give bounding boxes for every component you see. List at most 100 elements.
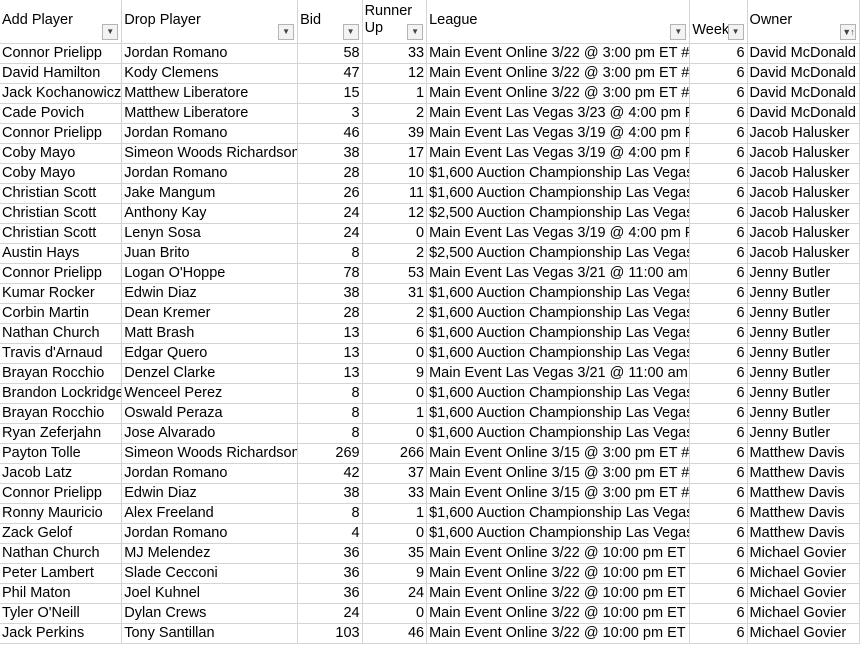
cell-owner[interactable]: Michael Govier bbox=[747, 623, 861, 644]
cell-league[interactable]: Main Event Las Vegas 3/21 @ 11:00 am PT bbox=[426, 363, 691, 384]
cell-league[interactable]: Main Event Online 3/22 @ 10:00 pm ET # bbox=[426, 603, 691, 624]
filter-dropdown-icon[interactable]: ▼ bbox=[727, 24, 744, 40]
cell-drop-player[interactable]: MJ Melendez bbox=[121, 543, 299, 564]
cell-runner-up[interactable]: 1 bbox=[362, 403, 428, 424]
cell-bid[interactable]: 46 bbox=[297, 123, 363, 144]
cell-week[interactable]: 6 bbox=[689, 483, 748, 504]
cell-week[interactable]: 6 bbox=[689, 523, 748, 544]
cell-runner-up[interactable]: 0 bbox=[362, 603, 428, 624]
cell-add-player[interactable]: Connor Prielipp bbox=[0, 263, 123, 284]
cell-runner-up[interactable]: 39 bbox=[362, 123, 428, 144]
cell-week[interactable]: 6 bbox=[689, 463, 748, 484]
filter-dropdown-icon[interactable]: ▼ bbox=[342, 24, 359, 40]
cell-runner-up[interactable]: 0 bbox=[362, 223, 428, 244]
cell-add-player[interactable]: Christian Scott bbox=[0, 183, 123, 204]
cell-league[interactable]: $1,600 Auction Championship Las Vegas bbox=[426, 283, 691, 304]
cell-league[interactable]: Main Event Online 3/15 @ 3:00 pm ET #1 bbox=[426, 463, 691, 484]
cell-runner-up[interactable]: 266 bbox=[362, 443, 428, 464]
cell-bid[interactable]: 38 bbox=[297, 283, 363, 304]
cell-runner-up[interactable]: 37 bbox=[362, 463, 428, 484]
filter-dropdown-icon[interactable]: ▼ bbox=[102, 24, 119, 40]
cell-add-player[interactable]: Brayan Rocchio bbox=[0, 363, 123, 384]
cell-week[interactable]: 6 bbox=[689, 303, 748, 324]
cell-drop-player[interactable]: Wenceel Perez bbox=[121, 383, 299, 404]
cell-week[interactable]: 6 bbox=[689, 83, 748, 104]
cell-week[interactable]: 6 bbox=[689, 123, 748, 144]
cell-bid[interactable]: 3 bbox=[297, 103, 363, 124]
cell-bid[interactable]: 36 bbox=[297, 543, 363, 564]
cell-bid[interactable]: 26 bbox=[297, 183, 363, 204]
cell-owner[interactable]: Matthew Davis bbox=[747, 463, 861, 484]
cell-add-player[interactable]: David Hamilton bbox=[0, 63, 123, 84]
cell-drop-player[interactable]: Jordan Romano bbox=[121, 123, 299, 144]
cell-league[interactable]: Main Event Las Vegas 3/23 @ 4:00 pm PT bbox=[426, 103, 691, 124]
cell-add-player[interactable]: Brayan Rocchio bbox=[0, 403, 123, 424]
cell-add-player[interactable]: Travis d'Arnaud bbox=[0, 343, 123, 364]
cell-drop-player[interactable]: Jordan Romano bbox=[121, 463, 299, 484]
cell-add-player[interactable]: Connor Prielipp bbox=[0, 43, 123, 64]
cell-add-player[interactable]: Christian Scott bbox=[0, 223, 123, 244]
cell-add-player[interactable]: Peter Lambert bbox=[0, 563, 123, 584]
cell-league[interactable]: $1,600 Auction Championship Las Vegas bbox=[426, 423, 691, 444]
cell-owner[interactable]: Jenny Butler bbox=[747, 263, 861, 284]
cell-league[interactable]: Main Event Online 3/22 @ 3:00 pm ET #1 bbox=[426, 43, 691, 64]
cell-add-player[interactable]: Kumar Rocker bbox=[0, 283, 123, 304]
cell-bid[interactable]: 38 bbox=[297, 143, 363, 164]
cell-drop-player[interactable]: Lenyn Sosa bbox=[121, 223, 299, 244]
cell-league[interactable]: Main Event Las Vegas 3/21 @ 11:00 am PT bbox=[426, 263, 691, 284]
cell-drop-player[interactable]: Jordan Romano bbox=[121, 163, 299, 184]
cell-week[interactable]: 6 bbox=[689, 243, 748, 264]
cell-bid[interactable]: 36 bbox=[297, 583, 363, 604]
cell-runner-up[interactable]: 1 bbox=[362, 503, 428, 524]
cell-add-player[interactable]: Connor Prielipp bbox=[0, 483, 123, 504]
cell-league[interactable]: $2,500 Auction Championship Las Vegas bbox=[426, 203, 691, 224]
cell-drop-player[interactable]: Alex Freeland bbox=[121, 503, 299, 524]
cell-owner[interactable]: David McDonald bbox=[747, 43, 861, 64]
cell-week[interactable]: 6 bbox=[689, 403, 748, 424]
cell-bid[interactable]: 8 bbox=[297, 403, 363, 424]
cell-add-player[interactable]: Jack Kochanowicz bbox=[0, 83, 123, 104]
cell-week[interactable]: 6 bbox=[689, 563, 748, 584]
cell-add-player[interactable]: Cade Povich bbox=[0, 103, 123, 124]
cell-bid[interactable]: 103 bbox=[297, 623, 363, 644]
cell-runner-up[interactable]: 17 bbox=[362, 143, 428, 164]
cell-runner-up[interactable]: 31 bbox=[362, 283, 428, 304]
cell-owner[interactable]: Michael Govier bbox=[747, 583, 861, 604]
cell-owner[interactable]: Matthew Davis bbox=[747, 503, 861, 524]
header-drop-player[interactable]: Drop Player ▼ bbox=[121, 0, 299, 44]
cell-week[interactable]: 6 bbox=[689, 583, 748, 604]
cell-league[interactable]: $1,600 Auction Championship Las Vegas bbox=[426, 163, 691, 184]
cell-runner-up[interactable]: 0 bbox=[362, 343, 428, 364]
cell-bid[interactable]: 24 bbox=[297, 223, 363, 244]
cell-week[interactable]: 6 bbox=[689, 543, 748, 564]
cell-league[interactable]: $2,500 Auction Championship Las Vegas bbox=[426, 243, 691, 264]
header-add-player[interactable]: Add Player ▼ bbox=[0, 0, 123, 44]
cell-add-player[interactable]: Tyler O'Neill bbox=[0, 603, 123, 624]
cell-league[interactable]: Main Event Online 3/22 @ 3:00 pm ET #1 bbox=[426, 83, 691, 104]
header-bid[interactable]: Bid ▼ bbox=[297, 0, 363, 44]
cell-bid[interactable]: 4 bbox=[297, 523, 363, 544]
header-week[interactable]: Week ▼ bbox=[689, 0, 748, 44]
cell-drop-player[interactable]: Matthew Liberatore bbox=[121, 103, 299, 124]
cell-league[interactable]: Main Event Online 3/22 @ 10:00 pm ET # bbox=[426, 623, 691, 644]
cell-bid[interactable]: 78 bbox=[297, 263, 363, 284]
cell-drop-player[interactable]: Dylan Crews bbox=[121, 603, 299, 624]
cell-week[interactable]: 6 bbox=[689, 203, 748, 224]
cell-owner[interactable]: Jenny Butler bbox=[747, 323, 861, 344]
cell-week[interactable]: 6 bbox=[689, 363, 748, 384]
cell-bid[interactable]: 8 bbox=[297, 503, 363, 524]
cell-week[interactable]: 6 bbox=[689, 623, 748, 644]
cell-owner[interactable]: Matthew Davis bbox=[747, 443, 861, 464]
cell-week[interactable]: 6 bbox=[689, 343, 748, 364]
cell-bid[interactable]: 24 bbox=[297, 203, 363, 224]
filter-dropdown-icon[interactable]: ▼ bbox=[278, 24, 295, 40]
cell-add-player[interactable]: Corbin Martin bbox=[0, 303, 123, 324]
cell-bid[interactable]: 47 bbox=[297, 63, 363, 84]
cell-runner-up[interactable]: 6 bbox=[362, 323, 428, 344]
cell-drop-player[interactable]: Edgar Quero bbox=[121, 343, 299, 364]
cell-add-player[interactable]: Brandon Lockridge bbox=[0, 383, 123, 404]
cell-league[interactable]: Main Event Online 3/22 @ 3:00 pm ET #1 bbox=[426, 63, 691, 84]
cell-bid[interactable]: 8 bbox=[297, 423, 363, 444]
cell-drop-player[interactable]: Dean Kremer bbox=[121, 303, 299, 324]
cell-runner-up[interactable]: 2 bbox=[362, 303, 428, 324]
